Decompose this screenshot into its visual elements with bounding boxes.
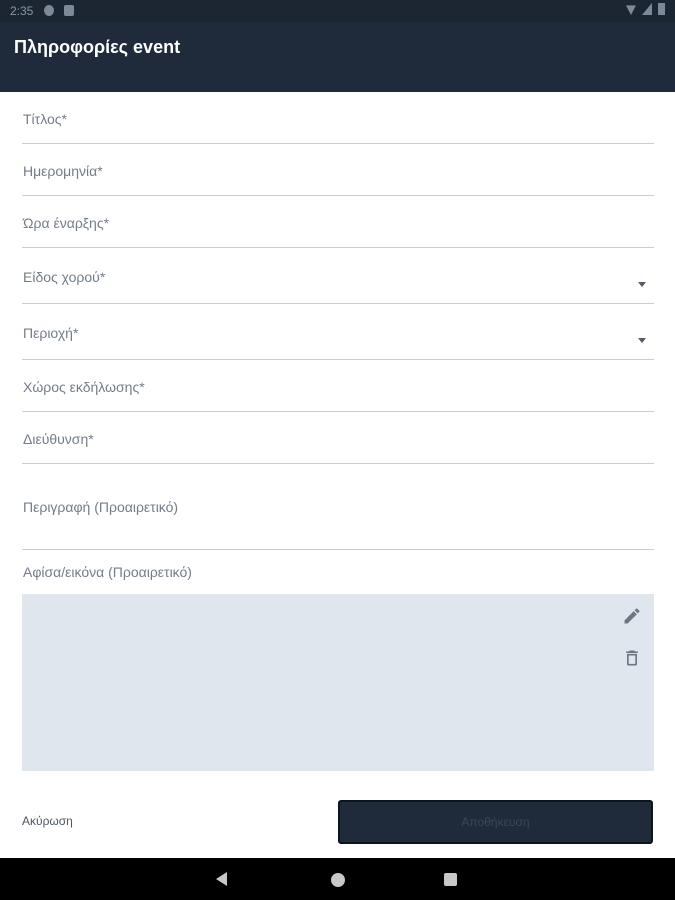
date-field-label: Ημερομηνία* <box>23 163 103 179</box>
home-icon[interactable] <box>331 873 345 887</box>
chevron-down-icon <box>638 338 646 343</box>
poster-label: Αφίσα/εικόνα (Προαιρετικό) <box>23 564 192 580</box>
address-field-label: Διεύθυνση* <box>23 431 94 447</box>
app-bar: Πληροφορίες event <box>0 22 675 92</box>
recent-apps-icon[interactable] <box>444 873 457 886</box>
page-title: Πληροφορίες event <box>14 37 181 57</box>
date-field[interactable]: Ημερομηνία* <box>22 152 654 196</box>
venue-field-label: Χώρος εκδήλωσης* <box>23 379 145 395</box>
region-select-label: Περιοχή* <box>23 325 79 341</box>
pencil-icon[interactable] <box>622 606 642 626</box>
dance-type-select-label: Είδος χορού* <box>23 269 106 285</box>
status-time: 2:35 <box>10 4 34 18</box>
start-time-field[interactable]: Ώρα έναρξης* <box>22 204 654 248</box>
sim-icon <box>64 5 74 16</box>
description-field-label: Περιγραφή (Προαιρετικό) <box>23 499 179 515</box>
system-nav-bar <box>0 858 675 900</box>
region-select[interactable]: Περιοχή* <box>22 312 654 360</box>
dance-type-select[interactable]: Είδος χορού* <box>22 256 654 304</box>
start-time-field-label: Ώρα έναρξης* <box>23 215 110 231</box>
trash-icon[interactable] <box>622 648 642 668</box>
poster-image-area[interactable] <box>22 594 654 771</box>
description-field[interactable]: Περιγραφή (Προαιρετικό) <box>22 472 654 550</box>
battery-icon <box>658 3 665 15</box>
cancel-button[interactable]: Ακύρωση <box>22 814 73 828</box>
save-button[interactable]: Αποθήκευση <box>338 800 653 844</box>
status-bar: 2:35 <box>0 0 675 22</box>
address-field[interactable]: Διεύθυνση* <box>22 420 654 464</box>
back-icon[interactable] <box>216 872 227 886</box>
signal-icon <box>642 3 652 15</box>
title-field[interactable]: Τίτλος* <box>22 100 654 144</box>
notification-icon <box>44 5 54 16</box>
wifi-icon <box>626 5 636 15</box>
chevron-down-icon <box>638 282 646 287</box>
status-icons <box>626 3 665 15</box>
title-field-label: Τίτλος* <box>23 111 67 127</box>
venue-field[interactable]: Χώρος εκδήλωσης* <box>22 368 654 412</box>
